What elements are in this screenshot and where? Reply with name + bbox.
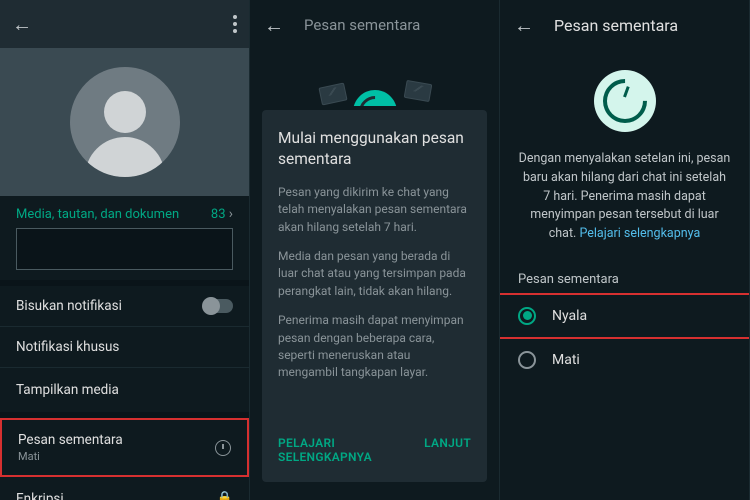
timer-icon xyxy=(215,440,231,456)
radio-off-icon xyxy=(518,351,536,369)
timer-graphic-icon xyxy=(353,90,397,106)
panel2-header: ← Pesan sementara xyxy=(250,0,499,50)
continue-button[interactable]: LANJUT xyxy=(424,436,471,464)
section-label: Pesan sementara xyxy=(500,262,749,293)
settings-panel: ← Pesan sementara Dengan menyalakan sete… xyxy=(500,0,750,500)
media-count: 83 › xyxy=(211,206,233,222)
media-label: Media, tautan, dan dokumen xyxy=(16,207,179,222)
avatar-area[interactable] xyxy=(0,48,249,196)
option-off-label: Mati xyxy=(552,352,580,368)
back-arrow-icon[interactable]: ← xyxy=(264,13,284,38)
mute-toggle[interactable] xyxy=(203,299,233,313)
panel3-title: Pesan sementara xyxy=(554,16,678,35)
avatar-placeholder-icon xyxy=(70,67,180,177)
disappearing-status: Mati xyxy=(18,450,123,463)
option-on-row[interactable]: Nyala xyxy=(500,293,750,339)
mute-notifications-row[interactable]: Bisukan notifikasi xyxy=(0,286,249,327)
learn-more-link[interactable]: Pelajari selengkapnya xyxy=(579,226,700,241)
custom-notif-label: Notifikasi khusus xyxy=(16,339,119,355)
panel3-graphic xyxy=(500,50,749,150)
back-arrow-icon[interactable]: ← xyxy=(12,12,32,37)
dialog-paragraph-3: Penerima masih dapat menyimpan pesan den… xyxy=(278,312,471,382)
panel2-title: Pesan sementara xyxy=(304,16,420,34)
learn-more-button[interactable]: PELAJARI SELENGKAPNYA xyxy=(278,436,404,464)
disappearing-label: Pesan sementara xyxy=(18,432,123,448)
intro-dialog-panel: ← Pesan sementara Mulai menggunakan pesa… xyxy=(250,0,500,500)
panel1-header: ← xyxy=(0,0,249,48)
back-arrow-icon[interactable]: ← xyxy=(514,13,534,38)
mute-label: Bisukan notifikasi xyxy=(16,298,122,314)
timer-large-icon xyxy=(594,70,656,132)
panel3-description: Dengan menyalakan setelan ini, pesan bar… xyxy=(500,150,749,262)
custom-notifications-row[interactable]: Notifikasi khusus xyxy=(0,327,249,368)
panel2-graphic xyxy=(250,50,499,106)
intro-dialog: Mulai menggunakan pesan sementara Pesan … xyxy=(262,110,487,482)
more-options-icon[interactable] xyxy=(233,15,237,33)
panel3-header: ← Pesan sementara xyxy=(500,0,749,50)
dialog-title: Mulai menggunakan pesan sementara xyxy=(278,128,471,170)
lock-icon: 🔒 xyxy=(217,491,233,500)
contact-info-panel: ← Media, tautan, dan dokumen 83 › Bisuka… xyxy=(0,0,250,500)
option-on-label: Nyala xyxy=(552,308,587,324)
encryption-label: Enkripsi xyxy=(16,491,217,500)
show-media-label: Tampilkan media xyxy=(16,382,119,398)
disappearing-messages-row[interactable]: Pesan sementara Mati xyxy=(0,418,249,477)
media-preview-box[interactable] xyxy=(16,228,233,270)
dialog-paragraph-2: Media dan pesan yang berada di luar chat… xyxy=(278,248,471,300)
option-off-row[interactable]: Mati xyxy=(500,339,749,381)
encryption-row[interactable]: Enkripsi Pesan dan panggilan terenkripsi… xyxy=(0,477,249,500)
media-links-docs-row[interactable]: Media, tautan, dan dokumen 83 › xyxy=(0,196,249,228)
radio-on-icon xyxy=(518,307,536,325)
show-media-row[interactable]: Tampilkan media xyxy=(0,368,249,418)
dialog-paragraph-1: Pesan yang dikirim ke chat yang telah me… xyxy=(278,184,471,236)
